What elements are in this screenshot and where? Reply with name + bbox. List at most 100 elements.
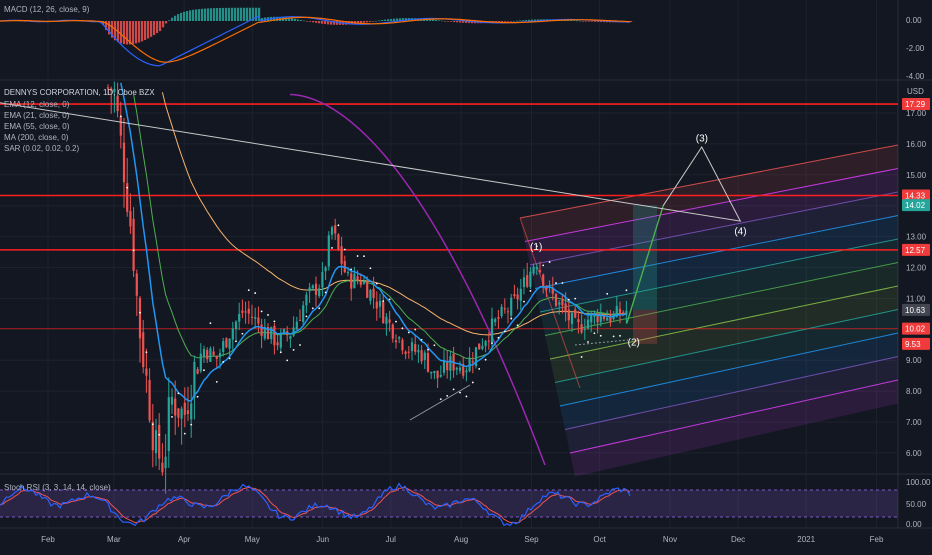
sar-dot (510, 317, 513, 320)
price-badge-label: 9.53 (905, 340, 921, 349)
macd-bar (183, 11, 186, 21)
sar-dot (267, 314, 269, 316)
macd-bar (378, 20, 381, 22)
macd-bar (198, 9, 201, 21)
sar-dot (203, 369, 205, 372)
sar-dot (292, 349, 295, 351)
sar-dot (497, 336, 500, 339)
sar-dot (612, 335, 615, 338)
wave-label: (1) (530, 242, 542, 253)
macd-bar (504, 21, 507, 22)
macd-bar (249, 7, 252, 21)
candle-body (369, 289, 372, 301)
indicator-legend-ema21[interactable]: EMA (21, close, 0) (4, 111, 70, 120)
chart-canvas[interactable]: MACD (12, 26, close, 9) 0.00 -2.00 -4.00… (0, 0, 932, 550)
sar-dot (222, 361, 225, 363)
sar-dot (337, 224, 340, 227)
sar-dot (439, 398, 442, 401)
candle-body (378, 300, 382, 307)
indicator-legend-ema12[interactable]: EMA (12, close, 0) (4, 100, 70, 109)
macd-bar (216, 8, 219, 21)
candle-body (257, 317, 260, 324)
macd-bar (384, 19, 387, 21)
indicator-legend-sar[interactable]: SAR (0.02, 0.02, 0.2) (4, 144, 79, 153)
candle-body (542, 274, 545, 287)
indicator-legend-ema55[interactable]: EMA (55, close, 0) (4, 122, 70, 131)
candle-body (193, 361, 196, 398)
candle-body (247, 308, 250, 314)
sar-dot (260, 310, 263, 313)
candle-body (430, 371, 433, 374)
indicator-legend-ma200[interactable]: MA (200, close, 0) (4, 133, 69, 142)
macd-bar (579, 20, 582, 22)
sar-dot (375, 282, 378, 285)
candle-body (439, 374, 442, 377)
candle-body (490, 318, 494, 343)
macd-bar (234, 7, 237, 21)
macd-bar (213, 8, 216, 21)
chart-root: MACD (12, 26, close, 9) 0.00 -2.00 -4.00… (0, 0, 932, 550)
price-tick: 15.00 (906, 171, 927, 180)
candle-body (622, 312, 625, 314)
sar-dot (299, 344, 301, 346)
candle-body (295, 321, 298, 330)
candle-body (135, 273, 138, 296)
price-tick: 17.00 (906, 109, 927, 118)
sar-dot (356, 255, 359, 257)
wave-label: (3) (696, 134, 708, 145)
candle-body (535, 267, 538, 270)
candle-body (129, 210, 132, 227)
candle-body (202, 349, 206, 357)
macd-bar (225, 7, 228, 21)
currency-label: USD (907, 87, 924, 96)
candle-body (510, 297, 513, 316)
candle-body (478, 343, 481, 350)
candle-body (586, 319, 590, 329)
price-badge-label: 17.29 (905, 100, 926, 109)
sar-dot (484, 358, 487, 361)
time-tick: Sep (524, 535, 539, 544)
candle-body (218, 352, 222, 358)
candle-body (164, 456, 167, 469)
candle-body (599, 313, 602, 323)
macd-bar (390, 18, 393, 21)
price-tick: 9.00 (906, 356, 922, 365)
sar-dot (382, 300, 385, 303)
macd-bar (372, 21, 375, 22)
candle-body (420, 350, 423, 362)
macd-bar (156, 21, 159, 34)
candle-body (465, 370, 468, 373)
candle-body (471, 361, 474, 363)
candle-body (308, 287, 311, 292)
macd-bar (186, 10, 189, 21)
candle-body (577, 319, 580, 323)
candle-body (196, 369, 199, 374)
macd-bar (189, 10, 192, 21)
sar-dot (158, 433, 161, 436)
candle-body (254, 317, 257, 319)
sar-dot (331, 247, 333, 249)
candle-body (311, 285, 314, 289)
candle-body (500, 306, 503, 317)
candle-body (186, 410, 190, 414)
macd-bar (450, 21, 453, 22)
sar-dot (619, 334, 621, 337)
price-tick: 11.00 (906, 294, 926, 303)
candle-body (314, 283, 318, 295)
macd-bar (219, 7, 222, 22)
candle-body (388, 319, 391, 323)
macd-bar (300, 20, 303, 21)
macd-bar (438, 20, 441, 21)
sar-dot (491, 342, 493, 345)
candle-body (372, 288, 375, 298)
sar-dot (395, 320, 397, 323)
candle-body (375, 301, 378, 309)
candle-body (382, 302, 385, 324)
macd-bar (306, 21, 309, 22)
time-tick: May (245, 535, 260, 544)
time-tick: Feb (41, 535, 55, 544)
macd-tick: 0.00 (906, 16, 922, 25)
time-tick: Oct (593, 535, 606, 544)
macd-bar (255, 7, 258, 21)
candle-body (570, 313, 574, 324)
